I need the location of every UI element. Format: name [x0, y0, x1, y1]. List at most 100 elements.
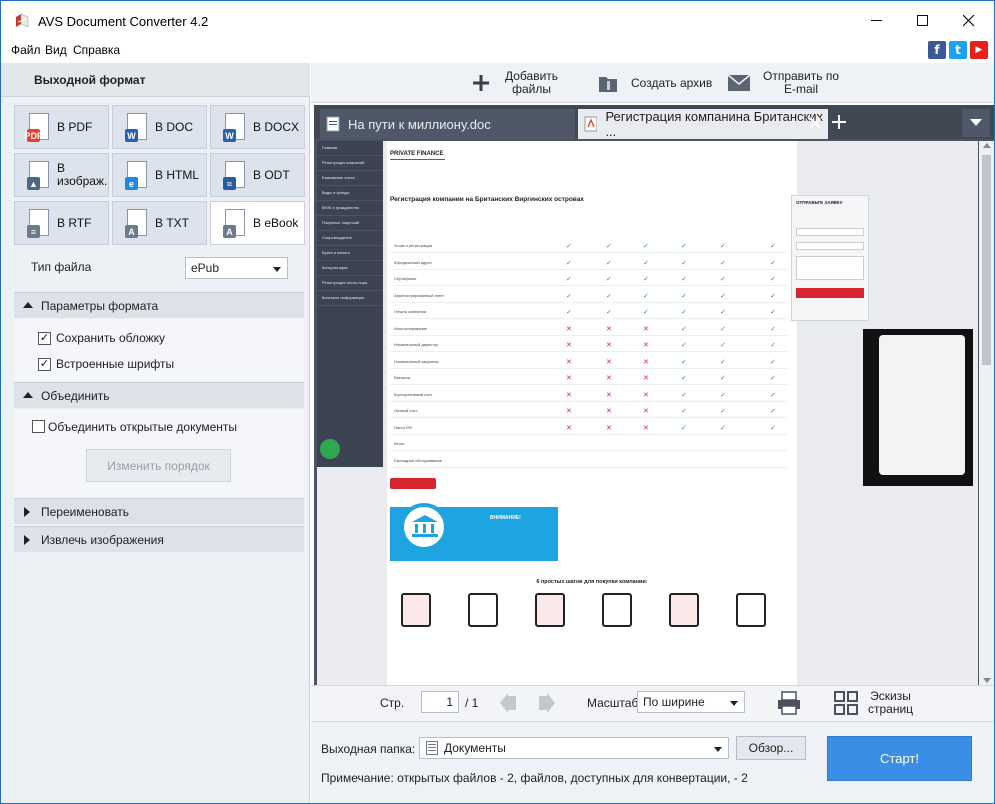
format-button-label: В eBook [253, 215, 299, 230]
site-nav-item: Покупные лицензий [317, 216, 383, 231]
prev-page-icon[interactable] [500, 693, 518, 713]
youtube-icon[interactable]: ▶ [970, 41, 988, 59]
format-button-2[interactable]: W В DOCX [210, 105, 305, 149]
format-button-1[interactable]: W В DOC [112, 105, 207, 149]
thumbnails-icon[interactable] [834, 691, 858, 715]
chevron-down-icon [273, 267, 281, 272]
check-icon: ✓ [643, 292, 649, 300]
format-params-label: Параметры формата [41, 299, 159, 313]
site-row-label: Устав и регистрация [394, 243, 432, 248]
check-icon: ✓ [770, 342, 776, 349]
extract-images-section[interactable]: Извлечь изображения [14, 526, 304, 552]
site-brand: PRIVATE FINANCE [390, 151, 444, 157]
site-table-row: Устав и регистрация ✓ ✓ ✓ ✓ ✓ ✓ [390, 237, 788, 253]
format-file-icon: W [125, 112, 149, 142]
document-page: Главная Регистрация компаний Банковские сч… [317, 141, 978, 685]
close-button[interactable] [946, 1, 992, 41]
site-phone-popup [863, 329, 973, 486]
site-nav-item: ВНЖ и гражданство [317, 201, 383, 216]
menu-help[interactable]: Справка [73, 43, 120, 57]
title-bar: AVS Document Converter 4.2 [1, 1, 994, 41]
format-file-icon: e [125, 160, 149, 190]
format-params-section[interactable]: Параметры формата [14, 292, 304, 318]
printer-icon[interactable] [777, 691, 801, 715]
site-row-label: Апостилирование [394, 325, 428, 331]
save-cover-label: Сохранить обложку [56, 331, 166, 345]
site-table-row: Номинальный директор ✕ ✕ ✕ ✓ ✓ ✓ [390, 336, 788, 352]
check-icon: ✓ [770, 358, 776, 366]
close-tab-icon[interactable] [809, 117, 821, 129]
attention-banner: ВНИМАНИЕ! [390, 503, 558, 561]
check-icon: ✓ [606, 276, 612, 283]
thumbnails-label[interactable]: Эскизы страниц [868, 690, 913, 716]
check-icon: ✓ [770, 391, 776, 399]
save-cover-checkbox[interactable]: ✓ [38, 332, 51, 345]
next-page-icon[interactable] [537, 693, 555, 713]
site-red-button [390, 478, 436, 489]
check-icon: ✓ [643, 276, 649, 283]
format-button-label: В ODT [253, 167, 290, 182]
add-tab-icon[interactable] [832, 115, 846, 129]
format-file-icon: ≈ [223, 160, 247, 190]
facebook-icon[interactable]: f [928, 41, 946, 59]
zoom-label: Масштаб [587, 696, 639, 710]
check-icon: ✓ [566, 292, 572, 300]
minimize-button[interactable] [854, 1, 900, 41]
change-order-button[interactable]: Изменить порядок [86, 449, 231, 482]
site-table-row: Итого [390, 435, 788, 451]
create-archive-label: Создать архив [631, 75, 713, 90]
site-table-row: Зарегистрированный агент ✓ ✓ ✓ ✓ ✓ ✓ [390, 287, 788, 303]
send-email-button[interactable]: Отправить по E-mail [727, 63, 839, 103]
chevron-down-icon [714, 747, 722, 752]
file-type-select[interactable]: ePub [185, 257, 288, 279]
menu-file[interactable]: Файл [11, 43, 41, 57]
collapse-icon [23, 392, 33, 398]
site-row-label: Печать компании [394, 309, 427, 314]
format-button-label: В RTF [57, 215, 92, 230]
zoom-select[interactable]: По ширине [637, 691, 745, 713]
main-toolbar: Добавить файлы Создать архив Отправить п… [311, 63, 994, 103]
merge-section[interactable]: Объединить [14, 382, 304, 408]
tabs-dropdown-button[interactable] [962, 109, 990, 137]
site-row-label: Налог 0% [394, 424, 413, 430]
browse-button[interactable]: Обзор... [736, 736, 806, 760]
vertical-scrollbar[interactable] [979, 141, 994, 685]
format-button-3[interactable]: ▲ В изображ. [14, 153, 109, 197]
format-params-body: ✓ Сохранить обложку ✓ Встроенные шрифты [14, 319, 304, 381]
menu-view[interactable]: Вид [45, 43, 67, 57]
tab-doc-1[interactable]: На пути к миллиону.doc [320, 109, 575, 139]
rename-section[interactable]: Переименовать [14, 498, 304, 524]
start-button[interactable]: Старт! [827, 736, 972, 781]
site-row-label: Номинальный акционер [394, 358, 439, 364]
expand-icon [24, 507, 30, 517]
page-input[interactable]: 1 [421, 691, 459, 713]
page-total: / 1 [465, 696, 479, 710]
format-button-4[interactable]: e В HTML [112, 153, 207, 197]
tab-doc-2[interactable]: Регистрация компанина Британских ... [578, 109, 828, 139]
archive-icon [599, 77, 617, 92]
embed-fonts-checkbox[interactable]: ✓ [38, 358, 51, 371]
check-icon: ✓ [720, 309, 726, 316]
create-archive-button[interactable]: Создать архив [597, 63, 712, 103]
form-title: ОТПРАВЬТЕ ЗАЯВКУ [796, 200, 843, 205]
format-button-5[interactable]: ≈ В ODT [210, 153, 305, 197]
maximize-button[interactable] [900, 1, 946, 41]
format-file-icon: PDF [25, 112, 51, 142]
site-row-label: Корпоративный счет [394, 391, 433, 397]
output-folder-select[interactable]: Документы [419, 737, 729, 759]
merge-docs-checkbox[interactable] [32, 420, 45, 433]
send-email-label: Отправить по E-mail [763, 69, 840, 96]
format-button-6[interactable]: ≡ В RTF [14, 201, 109, 245]
cross-icon: ✕ [566, 325, 572, 333]
add-files-button[interactable]: Добавить файлы [471, 63, 558, 103]
check-icon: ✓ [720, 424, 726, 432]
cross-icon: ✕ [643, 408, 649, 415]
output-folder-value: Документы [444, 741, 506, 755]
bank-building-icon [468, 593, 498, 627]
format-button-7[interactable]: A В TXT [112, 201, 207, 245]
format-button-8[interactable]: A В eBook [210, 201, 305, 245]
cross-icon: ✕ [566, 391, 572, 399]
check-icon: ✓ [681, 424, 687, 432]
format-button-0[interactable]: PDF В PDF [14, 105, 109, 149]
twitter-icon[interactable]: t [949, 41, 967, 59]
